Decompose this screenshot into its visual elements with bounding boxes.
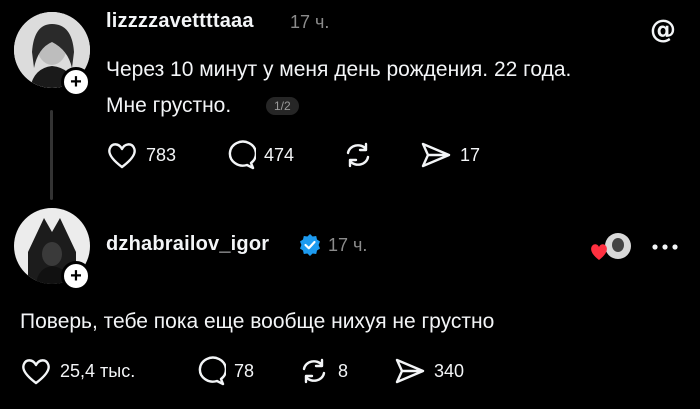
repost-count: 8	[338, 360, 349, 381]
comment-icon	[198, 356, 226, 386]
more-icon[interactable]	[650, 237, 680, 257]
carousel-page-badge: 1/2	[266, 97, 299, 115]
like-count: 25,4 тыс.	[60, 360, 136, 381]
repost-icon	[346, 142, 370, 168]
heart-icon	[108, 143, 136, 169]
comment-count: 474	[264, 144, 295, 165]
like-button[interactable]: 783	[106, 140, 176, 170]
share-icon	[395, 358, 425, 384]
share-button[interactable]: 340	[394, 356, 464, 386]
follow-plus-button[interactable]: +	[61, 67, 91, 97]
like-button[interactable]: 25,4 тыс.	[20, 356, 135, 386]
plus-icon: +	[70, 71, 82, 93]
post1-text-line1: Через 10 минут у меня день рождения. 22 …	[106, 58, 572, 81]
heart-icon	[22, 359, 50, 385]
follow-plus-button[interactable]: +	[61, 261, 91, 291]
repost-button[interactable]: 8	[298, 356, 348, 386]
repost-button[interactable]	[342, 140, 374, 170]
post1-time: 17 ч.	[290, 12, 330, 32]
plus-icon: +	[70, 265, 82, 287]
share-count: 340	[434, 360, 465, 381]
liked-by-author-icon	[590, 232, 634, 264]
thread-line	[50, 110, 53, 200]
repost-icon	[302, 358, 326, 384]
like-count: 783	[146, 144, 177, 165]
threads-logo-icon[interactable]: @	[648, 14, 678, 45]
post1-text-line2: Мне грустно.	[106, 94, 232, 117]
post2-username[interactable]: dzhabrailov_igor	[106, 233, 269, 256]
svg-text:@: @	[650, 15, 676, 44]
post2-time: 17 ч.	[328, 235, 368, 255]
share-icon	[421, 142, 451, 168]
comment-button[interactable]: 474	[224, 140, 294, 170]
post2-text: Поверь, тебе пока еще вообще нихуя не гр…	[20, 310, 495, 333]
comment-button[interactable]: 78	[194, 356, 254, 386]
share-count: 17	[460, 144, 481, 165]
share-button[interactable]: 17	[420, 140, 480, 170]
comment-icon	[228, 140, 256, 170]
verified-icon	[298, 233, 322, 257]
post1-username[interactable]: lizzzzavettttaaa	[106, 10, 254, 33]
comment-count: 78	[234, 360, 255, 381]
